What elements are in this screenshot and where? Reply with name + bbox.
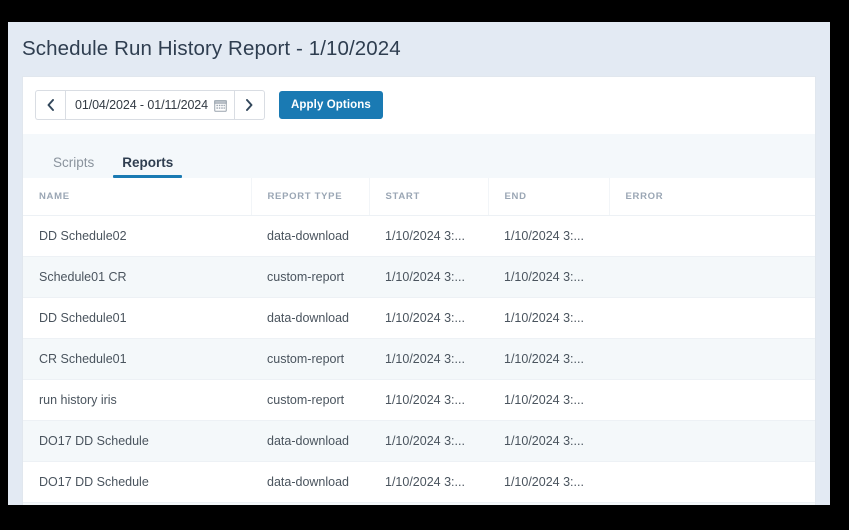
page-title: Schedule Run History Report - 1/10/2024 bbox=[22, 37, 401, 60]
date-range-input[interactable]: 01/04/2024 - 01/11/2024 bbox=[75, 98, 208, 112]
tab-scripts[interactable]: Scripts bbox=[39, 155, 108, 179]
table-row[interactable]: DO17 DD Schedule data-download 1/10/2024… bbox=[23, 420, 815, 462]
table-row[interactable]: CR03 DO17 custom-report 1/10/2024 1:... … bbox=[23, 502, 815, 505]
report-options-toolbar: 01/04/2024 - 01/11/2024 Apply Options bbox=[22, 76, 816, 134]
cell-end: 1/10/2024 3:... bbox=[488, 215, 609, 257]
cell-start: 1/10/2024 3:... bbox=[369, 379, 488, 421]
cell-name: CR Schedule01 bbox=[23, 338, 251, 380]
table-row[interactable]: DD Schedule02 data-download 1/10/2024 3:… bbox=[23, 215, 815, 257]
cell-start: 1/10/2024 3:... bbox=[369, 256, 488, 298]
cell-report-type: data-download bbox=[251, 420, 369, 462]
cell-start: 1/10/2024 3:... bbox=[369, 338, 488, 380]
cell-error bbox=[609, 297, 815, 339]
table-row[interactable]: Schedule01 CR custom-report 1/10/2024 3:… bbox=[23, 256, 815, 298]
apply-options-button[interactable]: Apply Options bbox=[279, 91, 383, 119]
table-row[interactable]: run history iris custom-report 1/10/2024… bbox=[23, 379, 815, 421]
cell-error bbox=[609, 338, 815, 380]
cell-error bbox=[609, 256, 815, 298]
cell-report-type: data-download bbox=[251, 215, 369, 257]
cell-report-type: data-download bbox=[251, 297, 369, 339]
column-header-name[interactable]: NAME bbox=[23, 178, 252, 216]
previous-period-button[interactable] bbox=[35, 90, 65, 120]
cell-error bbox=[609, 420, 815, 462]
table-body: DD Schedule02 data-download 1/10/2024 3:… bbox=[23, 215, 815, 505]
cell-name: run history iris bbox=[23, 379, 251, 421]
cell-end: 1/10/2024 3:... bbox=[488, 420, 609, 462]
table-row[interactable]: DO17 DD Schedule data-download 1/10/2024… bbox=[23, 461, 815, 503]
cell-error bbox=[609, 215, 815, 257]
cell-start: 1/10/2024 3:... bbox=[369, 420, 488, 462]
application-viewport: Schedule Run History Report - 1/10/2024 … bbox=[8, 22, 830, 505]
cell-report-type: custom-report bbox=[251, 256, 369, 298]
chevron-right-icon bbox=[246, 99, 253, 111]
date-range-picker: 01/04/2024 - 01/11/2024 bbox=[35, 90, 266, 120]
cell-end: 1/10/2024 1:... bbox=[488, 502, 609, 505]
run-history-table: NAME REPORT TYPE START END ERROR DD Sche… bbox=[23, 178, 815, 505]
cell-end: 1/10/2024 3:... bbox=[488, 338, 609, 380]
chevron-left-icon bbox=[47, 99, 54, 111]
cell-end: 1/10/2024 3:... bbox=[488, 297, 609, 339]
cell-name: CR03 DO17 bbox=[23, 502, 251, 505]
cell-end: 1/10/2024 3:... bbox=[488, 379, 609, 421]
cell-start: 1/10/2024 3:... bbox=[369, 215, 488, 257]
cell-error bbox=[609, 461, 815, 503]
cell-report-type: data-download bbox=[251, 461, 369, 503]
column-header-start[interactable]: START bbox=[369, 178, 489, 216]
cell-name: Schedule01 CR bbox=[23, 256, 251, 298]
cell-start: 1/10/2024 1:... bbox=[369, 502, 488, 505]
calendar-icon[interactable] bbox=[214, 99, 227, 112]
cell-name: DO17 DD Schedule bbox=[23, 420, 251, 462]
table-row[interactable]: CR Schedule01 custom-report 1/10/2024 3:… bbox=[23, 338, 815, 380]
tab-bar: Scripts Reports bbox=[22, 134, 816, 178]
cell-report-type: custom-report bbox=[251, 379, 369, 421]
next-period-button[interactable] bbox=[235, 90, 266, 120]
table-header: NAME REPORT TYPE START END ERROR bbox=[23, 178, 815, 216]
cell-start: 1/10/2024 3:... bbox=[369, 461, 488, 503]
cell-report-type: custom-report bbox=[251, 502, 369, 505]
cell-error bbox=[609, 379, 815, 421]
date-range-field[interactable]: 01/04/2024 - 01/11/2024 bbox=[65, 90, 236, 120]
screenshot-frame: Schedule Run History Report - 1/10/2024 … bbox=[0, 0, 849, 530]
cell-start: 1/10/2024 3:... bbox=[369, 297, 488, 339]
cell-name: DD Schedule01 bbox=[23, 297, 251, 339]
cell-name: DD Schedule02 bbox=[23, 215, 251, 257]
column-header-error[interactable]: ERROR bbox=[609, 178, 815, 216]
page-header: Schedule Run History Report - 1/10/2024 bbox=[8, 22, 830, 72]
cell-error bbox=[609, 502, 815, 505]
table-header-row: NAME REPORT TYPE START END ERROR bbox=[23, 178, 815, 216]
run-history-table-container: NAME REPORT TYPE START END ERROR DD Sche… bbox=[22, 178, 816, 505]
cell-end: 1/10/2024 3:... bbox=[488, 256, 609, 298]
cell-name: DO17 DD Schedule bbox=[23, 461, 251, 503]
cell-end: 1/10/2024 3:... bbox=[488, 461, 609, 503]
column-header-end[interactable]: END bbox=[488, 178, 610, 216]
table-row[interactable]: DD Schedule01 data-download 1/10/2024 3:… bbox=[23, 297, 815, 339]
column-header-report-type[interactable]: REPORT TYPE bbox=[251, 178, 370, 216]
cell-report-type: custom-report bbox=[251, 338, 369, 380]
tab-reports[interactable]: Reports bbox=[108, 155, 187, 179]
